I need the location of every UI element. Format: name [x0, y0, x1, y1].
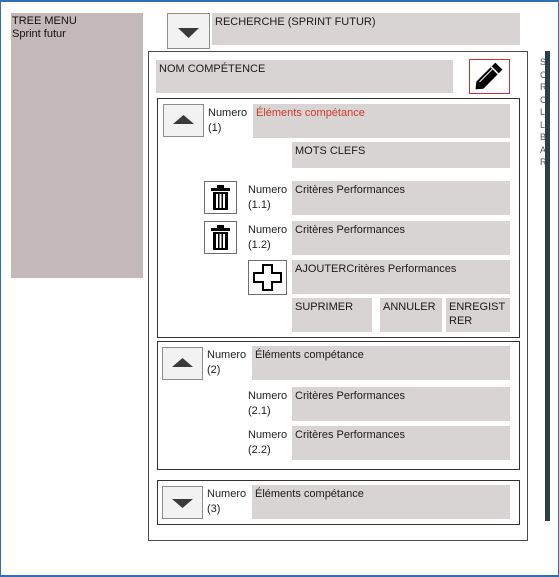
critere-1-1-field[interactable]: Critères Performances — [292, 181, 510, 215]
delete-button[interactable]: SUPRIMER — [292, 298, 372, 332]
trash-icon — [211, 185, 230, 210]
triangle-down-icon — [172, 499, 193, 508]
window-top-border — [0, 0, 559, 2]
critere-1-2-numero: Numero (1.2) — [248, 224, 288, 251]
group-3-numero: Numero (3) — [207, 488, 247, 515]
side-scrollbar[interactable] — [545, 51, 550, 521]
group-2-collapse-button[interactable] — [162, 347, 203, 380]
triangle-down-icon — [178, 28, 199, 38]
pencil-icon — [475, 62, 503, 90]
add-critere-button[interactable] — [248, 260, 287, 295]
critere-2-2-numero: Numero (2.2) — [248, 429, 288, 456]
critere-1-1-numero: Numero (1.1) — [248, 184, 288, 211]
group-1-collapse-button[interactable] — [163, 104, 204, 137]
group-2-numero: Numero (2) — [207, 349, 247, 376]
delete-critere-1-1-button[interactable] — [204, 181, 237, 214]
critere-2-2-field[interactable]: Critères Performances — [292, 426, 510, 460]
tree-menu[interactable]: TREE MENU Sprint futur — [11, 13, 143, 278]
tree-menu-title: TREE MENU — [12, 15, 77, 27]
delete-critere-1-2-button[interactable] — [204, 221, 237, 254]
critere-2-1-numero: Numero (2.1) — [248, 390, 288, 417]
search-toggle-button[interactable] — [167, 13, 210, 49]
cancel-button[interactable]: ANNULER — [380, 298, 442, 332]
critere-1-2-field[interactable]: Critères Performances — [292, 221, 510, 255]
edit-button[interactable] — [469, 59, 510, 94]
add-critere-label: AJOUTERCritères Performances — [292, 260, 510, 294]
critere-2-1-field[interactable]: Critères Performances — [292, 387, 510, 421]
group-1-element-field[interactable]: Éléments compétance — [253, 104, 510, 138]
group-3-element-field[interactable]: Éléments compétance — [252, 485, 510, 519]
group-1-keywords-field[interactable]: MOTS CLEFS — [292, 142, 510, 168]
group-2-element-field[interactable]: Éléments compétance — [252, 346, 510, 380]
search-label: RECHERCHE (SPRINT FUTUR) — [212, 13, 520, 45]
plus-icon — [253, 264, 282, 291]
tree-menu-item-sprint-futur[interactable]: Sprint futur — [12, 28, 142, 41]
triangle-up-icon — [173, 115, 194, 124]
triangle-up-icon — [172, 358, 193, 367]
save-button[interactable]: ENREGISTRER — [446, 298, 510, 332]
window-left-border — [0, 0, 1, 577]
group-3-expand-button[interactable] — [162, 486, 203, 519]
competence-name-field[interactable]: NOM COMPÉTENCE — [156, 60, 453, 93]
trash-icon — [211, 225, 230, 250]
group-1-numero: Numero (1) — [208, 107, 248, 134]
